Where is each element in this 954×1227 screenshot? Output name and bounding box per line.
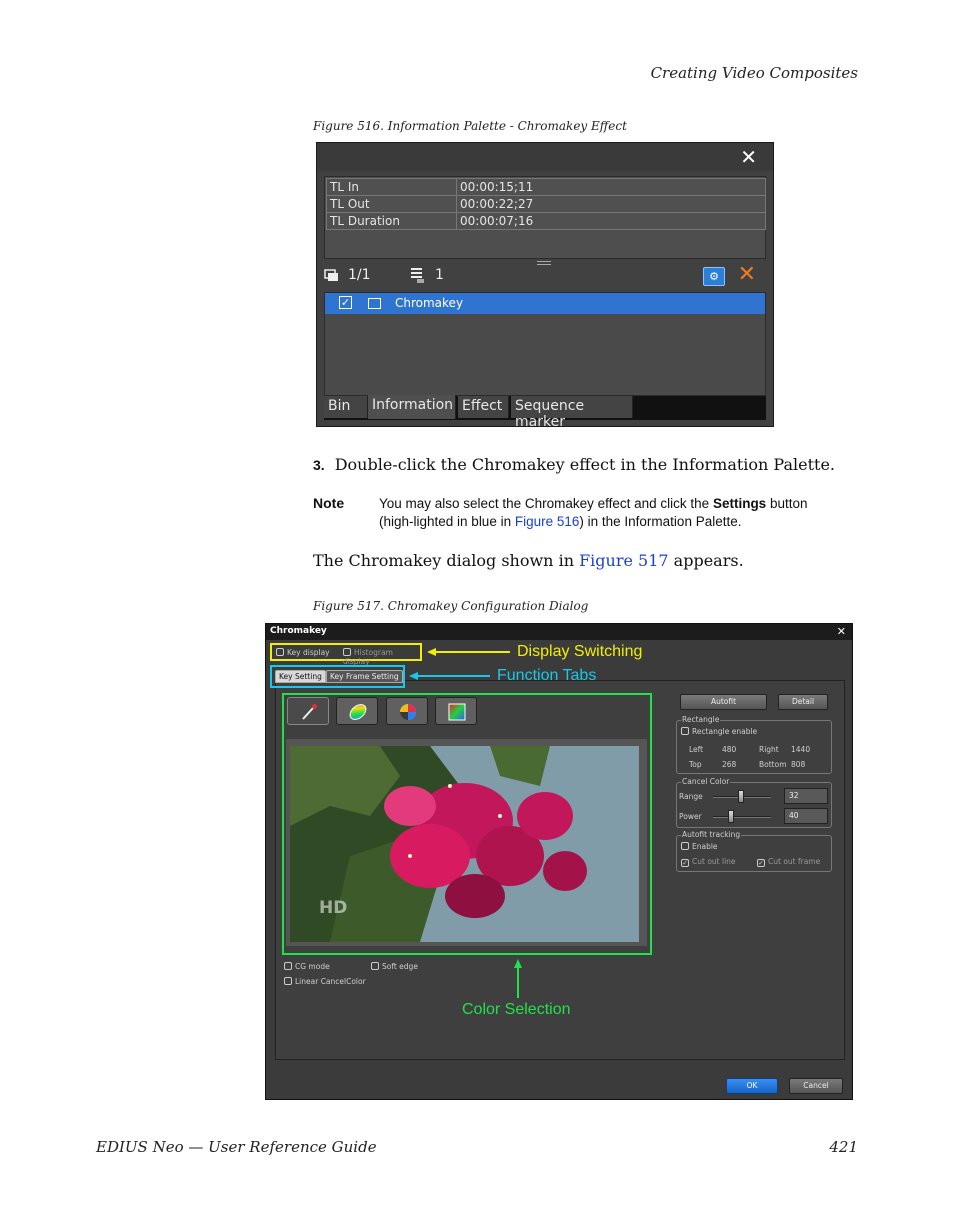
page-number: 421 — [829, 1138, 858, 1156]
display-switching-arrowhead — [427, 648, 436, 656]
color-selection-callout: Color Selection — [462, 1001, 571, 1018]
display-switching-callout: Display Switching — [517, 643, 643, 660]
function-tabs-callout: Function Tabs — [497, 667, 597, 684]
footer-guide-title: EDIUS Neo — User Reference Guide — [96, 1138, 377, 1156]
callout-arrows — [409, 648, 522, 998]
function-tabs-arrowhead — [409, 672, 418, 680]
color-selection-arrowhead — [514, 959, 522, 968]
